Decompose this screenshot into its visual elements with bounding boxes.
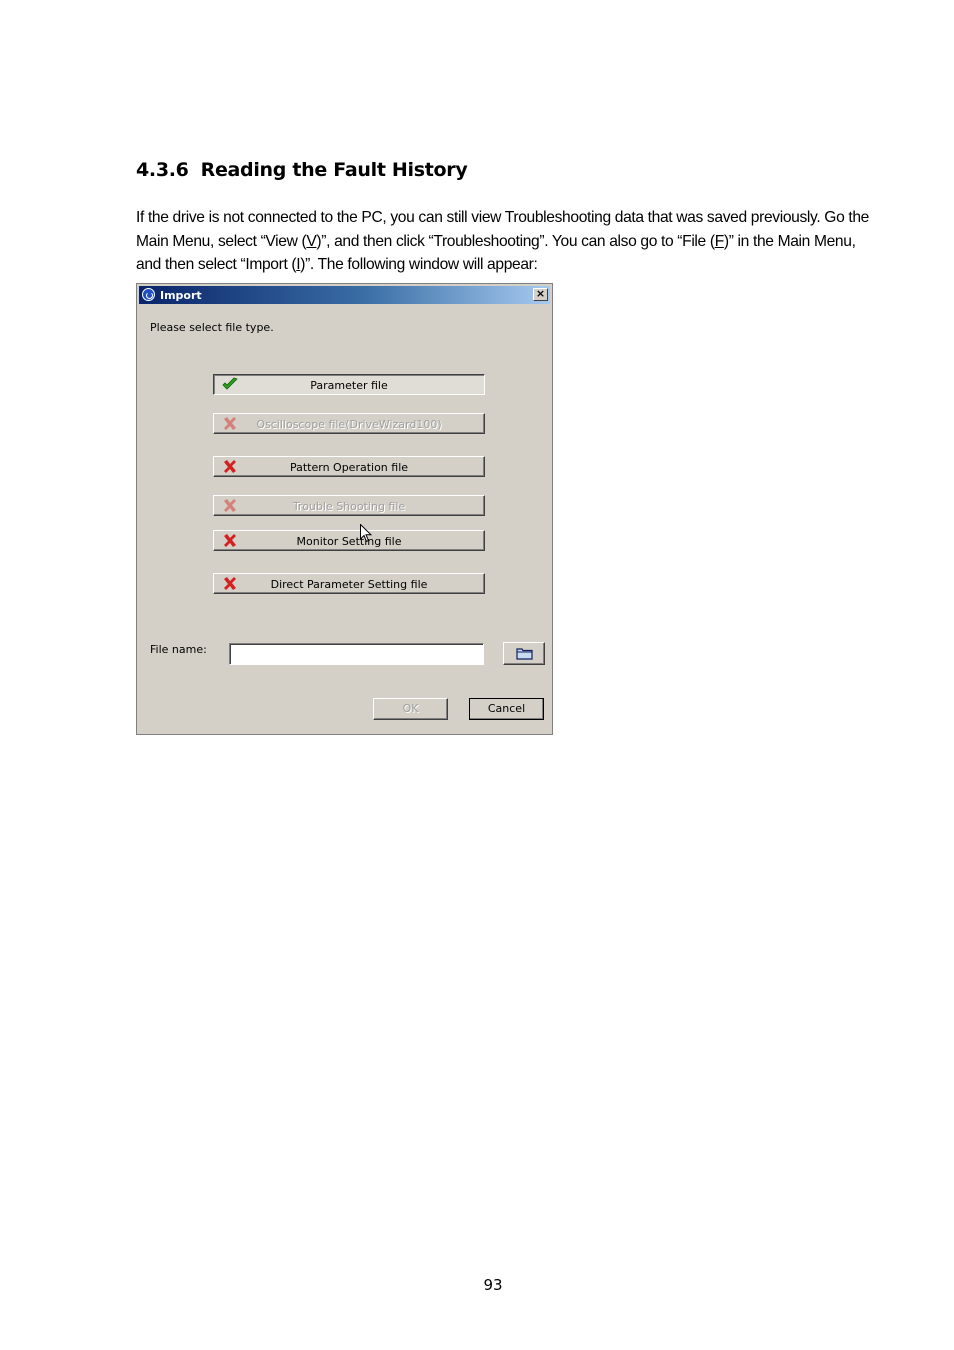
section-heading: 4.3.6 Reading the Fault History xyxy=(136,159,468,181)
dialog-title: Import xyxy=(160,289,202,302)
close-button[interactable]: × xyxy=(533,288,548,301)
browse-folder-button[interactable] xyxy=(503,642,545,665)
button-label: Pattern Operation file xyxy=(289,461,409,474)
cancel-button[interactable]: Cancel xyxy=(469,698,544,720)
mouse-cursor-icon xyxy=(360,524,372,543)
ok-button[interactable]: OK xyxy=(373,698,448,720)
section-number: 4.3.6 xyxy=(136,159,189,181)
page-number: 93 xyxy=(483,1276,503,1294)
button-label: Oscilloscope file(DriveWizard100) xyxy=(256,418,442,431)
paragraph-text: )”. The following window will appear: xyxy=(300,256,538,273)
section-title: Reading the Fault History xyxy=(200,159,468,181)
button-label: Parameter file xyxy=(310,379,388,392)
file-name-input[interactable] xyxy=(229,643,484,665)
trouble-shooting-file-button[interactable]: Trouble Shooting file xyxy=(213,495,485,516)
dialog-titlebar[interactable]: Import × xyxy=(139,286,550,304)
parameter-file-button[interactable]: Parameter file xyxy=(213,374,485,395)
close-icon: × xyxy=(535,287,546,300)
intro-paragraph: If the drive is not connected to the PC,… xyxy=(136,206,876,277)
import-app-icon xyxy=(142,288,155,301)
folder-icon xyxy=(516,648,533,660)
button-label: Monitor Setting file xyxy=(296,535,402,548)
file-name-label: File name: xyxy=(150,643,207,656)
paragraph-text: )”, and then click “Troubleshooting”. Yo… xyxy=(316,232,715,250)
button-label: Trouble Shooting file xyxy=(292,500,406,513)
import-dialog: Import × Please select file type. Parame… xyxy=(136,283,553,735)
pattern-operation-file-button[interactable]: Pattern Operation file xyxy=(213,456,485,477)
direct-parameter-setting-file-button[interactable]: Direct Parameter Setting file xyxy=(213,573,485,594)
oscilloscope-file-button[interactable]: Oscilloscope file(DriveWizard100) xyxy=(213,413,485,434)
shortcut-key: F xyxy=(714,232,725,250)
prompt-text: Please select file type. xyxy=(150,321,274,334)
button-label: Direct Parameter Setting file xyxy=(270,578,428,591)
shortcut-key: V xyxy=(306,232,317,250)
monitor-setting-file-button[interactable]: Monitor Setting file xyxy=(213,530,485,551)
